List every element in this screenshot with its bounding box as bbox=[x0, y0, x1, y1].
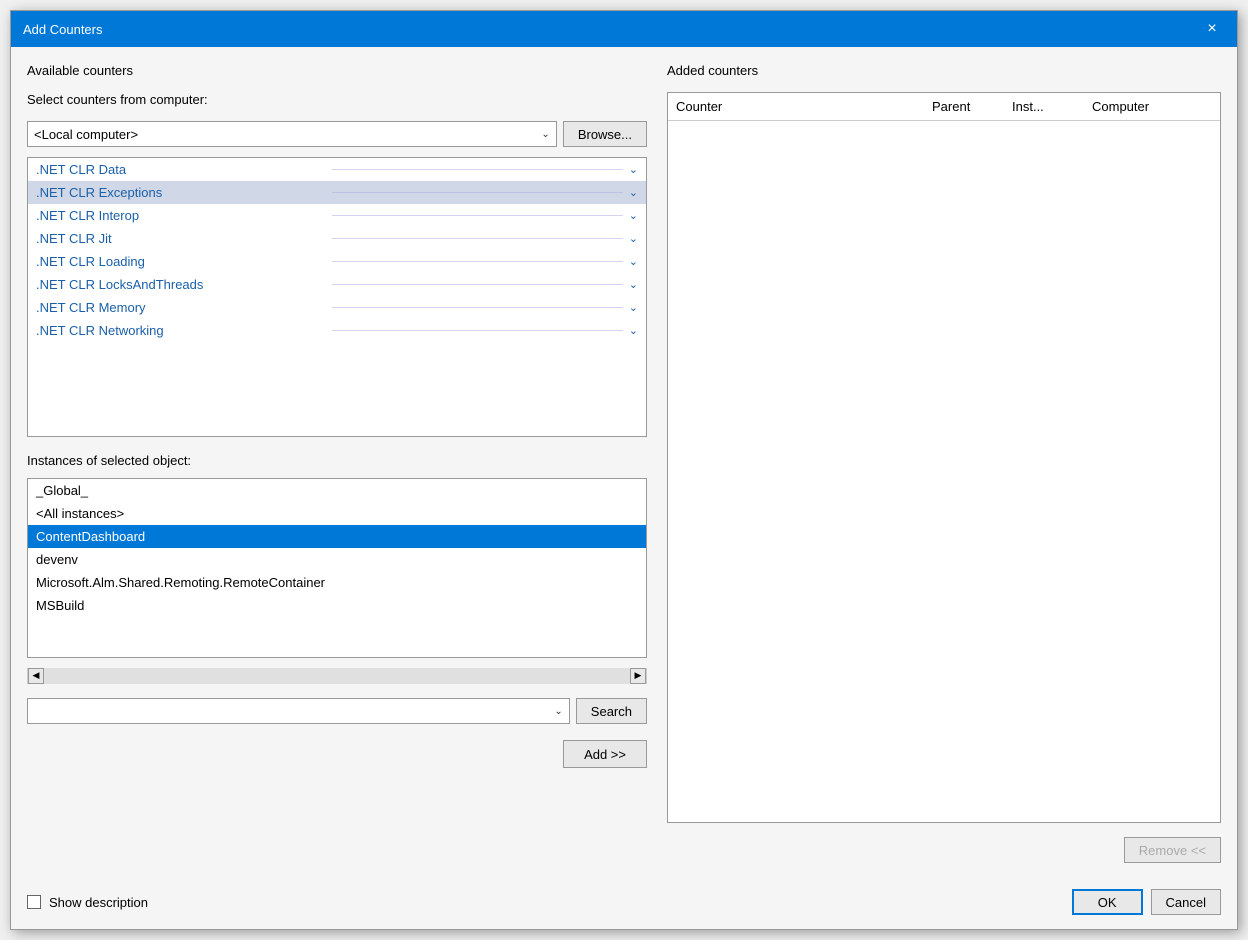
counter-name: .NET CLR Exceptions bbox=[36, 185, 326, 200]
instance-item[interactable]: ContentDashboard bbox=[28, 525, 646, 548]
search-chevron-icon: ⌄ bbox=[554, 706, 562, 717]
counter-item[interactable]: .NET CLR Jit ⌄ bbox=[28, 227, 646, 250]
computer-dropdown[interactable]: <Local computer> ⌄ bbox=[27, 121, 557, 147]
hscroll-track bbox=[44, 668, 630, 684]
dialog-footer: Show description OK Cancel bbox=[11, 879, 1237, 929]
counter-item[interactable]: .NET CLR Data ⌄ bbox=[28, 158, 646, 181]
counter-item[interactable]: .NET CLR Loading ⌄ bbox=[28, 250, 646, 273]
instances-label: Instances of selected object: bbox=[27, 453, 647, 468]
counter-line bbox=[332, 192, 622, 193]
scroll-left-btn[interactable]: ◀ bbox=[28, 668, 44, 684]
instance-item[interactable]: MSBuild bbox=[28, 594, 646, 617]
counter-name: .NET CLR Jit bbox=[36, 231, 326, 246]
footer-buttons: OK Cancel bbox=[1072, 889, 1221, 915]
select-from-label: Select counters from computer: bbox=[27, 92, 647, 107]
instances-container: _Global_<All instances>ContentDashboardd… bbox=[27, 478, 647, 658]
counters-list[interactable]: .NET CLR Data ⌄ .NET CLR Exceptions ⌄ .N… bbox=[28, 158, 646, 436]
counter-line bbox=[332, 169, 622, 170]
chevron-down-icon: ⌄ bbox=[629, 209, 638, 222]
available-counters-label: Available counters bbox=[27, 63, 647, 78]
counter-line bbox=[332, 284, 622, 285]
chevron-down-icon: ⌄ bbox=[629, 324, 638, 337]
title-bar: Add Counters × bbox=[11, 11, 1237, 47]
chevron-down-icon: ⌄ bbox=[629, 301, 638, 314]
added-table-body bbox=[668, 121, 1220, 822]
counter-item[interactable]: .NET CLR Networking ⌄ bbox=[28, 319, 646, 342]
right-panel: Added counters Counter Parent Inst... Co… bbox=[667, 63, 1221, 863]
counter-line bbox=[332, 261, 622, 262]
add-counters-dialog: Add Counters × Available counters Select… bbox=[10, 10, 1238, 930]
counter-item[interactable]: .NET CLR Exceptions ⌄ bbox=[28, 181, 646, 204]
added-table-container: Counter Parent Inst... Computer bbox=[667, 92, 1221, 823]
remove-button[interactable]: Remove << bbox=[1124, 837, 1221, 863]
counter-name: .NET CLR Memory bbox=[36, 300, 326, 315]
col-header-parent: Parent bbox=[924, 97, 1004, 116]
counter-line bbox=[332, 215, 622, 216]
col-header-inst: Inst... bbox=[1004, 97, 1084, 116]
counter-name: .NET CLR Interop bbox=[36, 208, 326, 223]
counter-name: .NET CLR Data bbox=[36, 162, 326, 177]
add-button[interactable]: Add >> bbox=[563, 740, 647, 768]
add-row: Add >> bbox=[27, 740, 647, 768]
computer-select-row: <Local computer> ⌄ Browse... bbox=[27, 121, 647, 147]
search-row: ⌄ Search bbox=[27, 698, 647, 724]
col-header-computer: Computer bbox=[1084, 97, 1220, 116]
counter-item[interactable]: .NET CLR Interop ⌄ bbox=[28, 204, 646, 227]
counter-name: .NET CLR Networking bbox=[36, 323, 326, 338]
remove-row: Remove << bbox=[667, 837, 1221, 863]
show-desc-checkbox[interactable] bbox=[27, 895, 41, 909]
instance-item[interactable]: devenv bbox=[28, 548, 646, 571]
counter-name: .NET CLR Loading bbox=[36, 254, 326, 269]
browse-button[interactable]: Browse... bbox=[563, 121, 647, 147]
counter-item[interactable]: .NET CLR Memory ⌄ bbox=[28, 296, 646, 319]
counter-line bbox=[332, 330, 622, 331]
counter-item[interactable]: .NET CLR LocksAndThreads ⌄ bbox=[28, 273, 646, 296]
search-button[interactable]: Search bbox=[576, 698, 647, 724]
cancel-button[interactable]: Cancel bbox=[1151, 889, 1221, 915]
show-desc-row: Show description bbox=[27, 895, 148, 910]
search-dropdown[interactable]: ⌄ bbox=[27, 698, 570, 724]
col-header-counter: Counter bbox=[668, 97, 924, 116]
added-table-header: Counter Parent Inst... Computer bbox=[668, 93, 1220, 121]
dialog-title: Add Counters bbox=[23, 22, 103, 37]
chevron-down-icon: ⌄ bbox=[629, 278, 638, 291]
left-panel: Available counters Select counters from … bbox=[27, 63, 647, 863]
chevron-down-icon: ⌄ bbox=[629, 163, 638, 176]
dialog-body: Available counters Select counters from … bbox=[11, 47, 1237, 879]
chevron-down-icon: ⌄ bbox=[629, 186, 638, 199]
computer-dropdown-value: <Local computer> bbox=[34, 127, 138, 142]
counter-name: .NET CLR LocksAndThreads bbox=[36, 277, 326, 292]
chevron-down-icon: ⌄ bbox=[629, 232, 638, 245]
counter-line bbox=[332, 307, 622, 308]
scroll-right-btn[interactable]: ▶ bbox=[630, 668, 646, 684]
instance-item[interactable]: _Global_ bbox=[28, 479, 646, 502]
chevron-down-icon: ⌄ bbox=[541, 129, 549, 140]
added-counters-label: Added counters bbox=[667, 63, 1221, 78]
counters-list-container: .NET CLR Data ⌄ .NET CLR Exceptions ⌄ .N… bbox=[27, 157, 647, 437]
close-button[interactable]: × bbox=[1199, 16, 1225, 42]
show-desc-label: Show description bbox=[49, 895, 148, 910]
ok-button[interactable]: OK bbox=[1072, 889, 1143, 915]
instance-item[interactable]: <All instances> bbox=[28, 502, 646, 525]
instances-list[interactable]: _Global_<All instances>ContentDashboardd… bbox=[28, 479, 646, 657]
counter-line bbox=[332, 238, 622, 239]
chevron-down-icon: ⌄ bbox=[629, 255, 638, 268]
hscroll-bar: ◀ ▶ bbox=[27, 668, 647, 684]
instance-item[interactable]: Microsoft.Alm.Shared.Remoting.RemoteCont… bbox=[28, 571, 646, 594]
